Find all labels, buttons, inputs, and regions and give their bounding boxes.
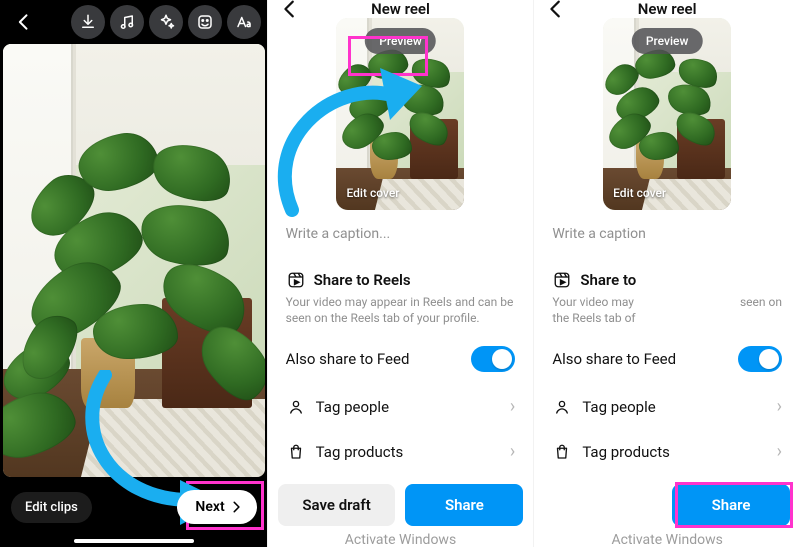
editor-panel: Edit clips Next bbox=[0, 0, 267, 547]
music-icon[interactable] bbox=[110, 5, 144, 39]
share-button[interactable]: Share bbox=[672, 484, 790, 526]
share-button[interactable]: Share bbox=[405, 484, 523, 526]
edit-cover-button[interactable]: Edit cover bbox=[613, 186, 666, 200]
header-title: New reel bbox=[638, 0, 697, 18]
caption-input[interactable]: Write a caption... bbox=[268, 210, 534, 258]
new-reel-panel: New reel bbox=[267, 0, 534, 547]
chevron-right-icon: › bbox=[510, 396, 515, 417]
editor-video-preview[interactable] bbox=[3, 44, 265, 477]
also-share-to-feed-row: Also share to Feed bbox=[534, 334, 800, 384]
cover-thumb[interactable]: Preview Edit cover bbox=[336, 18, 464, 210]
reels-icon bbox=[286, 270, 306, 290]
tag-people-label: Tag people bbox=[316, 398, 389, 416]
chevron-right-icon: › bbox=[510, 441, 515, 462]
new-reel-panel-duplicate: New reel bbox=[533, 0, 800, 547]
tag-people-row[interactable]: Tag people › bbox=[534, 384, 800, 429]
tag-people-label: Tag people bbox=[582, 398, 655, 416]
also-share-to-feed-row: Also share to Feed bbox=[268, 334, 534, 384]
header-title: New reel bbox=[371, 0, 430, 18]
bottom-actions: Save draft Share bbox=[534, 474, 800, 532]
shopping-bag-icon bbox=[286, 442, 306, 462]
share-to-section: Share to Your video may seen on the Reel… bbox=[534, 258, 800, 334]
cover-thumb-wrap: Preview Edit cover bbox=[534, 18, 800, 210]
preview-button[interactable]: Preview bbox=[365, 28, 436, 54]
share-to-title: Share to bbox=[580, 271, 636, 289]
share-to-desc: Your video may seen on the Reels tab of bbox=[552, 294, 782, 326]
editor-toolbar bbox=[1, 0, 267, 44]
reels-icon bbox=[552, 270, 572, 290]
video-plant-illustration bbox=[3, 44, 265, 477]
header: New reel bbox=[534, 0, 800, 18]
bottom-actions: Save draft Share bbox=[268, 474, 534, 532]
feed-toggle[interactable] bbox=[471, 346, 515, 372]
next-button-label: Next bbox=[195, 499, 224, 515]
tag-products-label: Tag products bbox=[316, 443, 404, 461]
feed-toggle[interactable] bbox=[738, 346, 782, 372]
person-icon bbox=[552, 397, 572, 417]
person-icon bbox=[286, 397, 306, 417]
windows-watermark: Activate Windows Go to Settings to activ… bbox=[534, 532, 800, 547]
tag-products-row[interactable]: Tag products › bbox=[534, 429, 800, 474]
edit-cover-button[interactable]: Edit cover bbox=[346, 186, 399, 200]
caption-input[interactable]: Write a caption bbox=[534, 210, 800, 258]
next-button[interactable]: Next bbox=[177, 490, 256, 524]
back-button[interactable] bbox=[7, 5, 41, 39]
shopping-bag-icon bbox=[552, 442, 572, 462]
header: New reel bbox=[268, 0, 534, 18]
chevron-right-icon: › bbox=[777, 441, 782, 462]
windows-watermark: Activate Windows Go to Settings to activ… bbox=[268, 532, 534, 547]
edit-clips-button[interactable]: Edit clips bbox=[11, 492, 92, 523]
chevron-right-icon bbox=[229, 500, 243, 514]
preview-button[interactable]: Preview bbox=[632, 28, 703, 54]
also-share-to-feed-label: Also share to Feed bbox=[286, 350, 410, 368]
tag-products-row[interactable]: Tag products › bbox=[268, 429, 534, 474]
sparkle-icon[interactable] bbox=[149, 5, 183, 39]
tag-products-label: Tag products bbox=[582, 443, 670, 461]
chevron-right-icon: › bbox=[777, 396, 782, 417]
also-share-to-feed-label: Also share to Feed bbox=[552, 350, 676, 368]
download-icon[interactable] bbox=[71, 5, 105, 39]
cover-thumb[interactable]: Preview Edit cover bbox=[603, 18, 731, 210]
sticker-icon[interactable] bbox=[188, 5, 222, 39]
tag-people-row[interactable]: Tag people › bbox=[268, 384, 534, 429]
editor-bottom-bar: Edit clips Next bbox=[1, 477, 267, 547]
share-to-reels-desc: Your video may appear in Reels and can b… bbox=[286, 294, 516, 326]
share-to-reels-section: Share to Reels Your video may appear in … bbox=[268, 258, 534, 334]
cover-thumb-wrap: Preview Edit cover bbox=[268, 18, 534, 210]
text-icon[interactable] bbox=[227, 5, 261, 39]
share-to-reels-title: Share to Reels bbox=[314, 271, 411, 289]
save-draft-button[interactable]: Save draft bbox=[278, 484, 396, 526]
